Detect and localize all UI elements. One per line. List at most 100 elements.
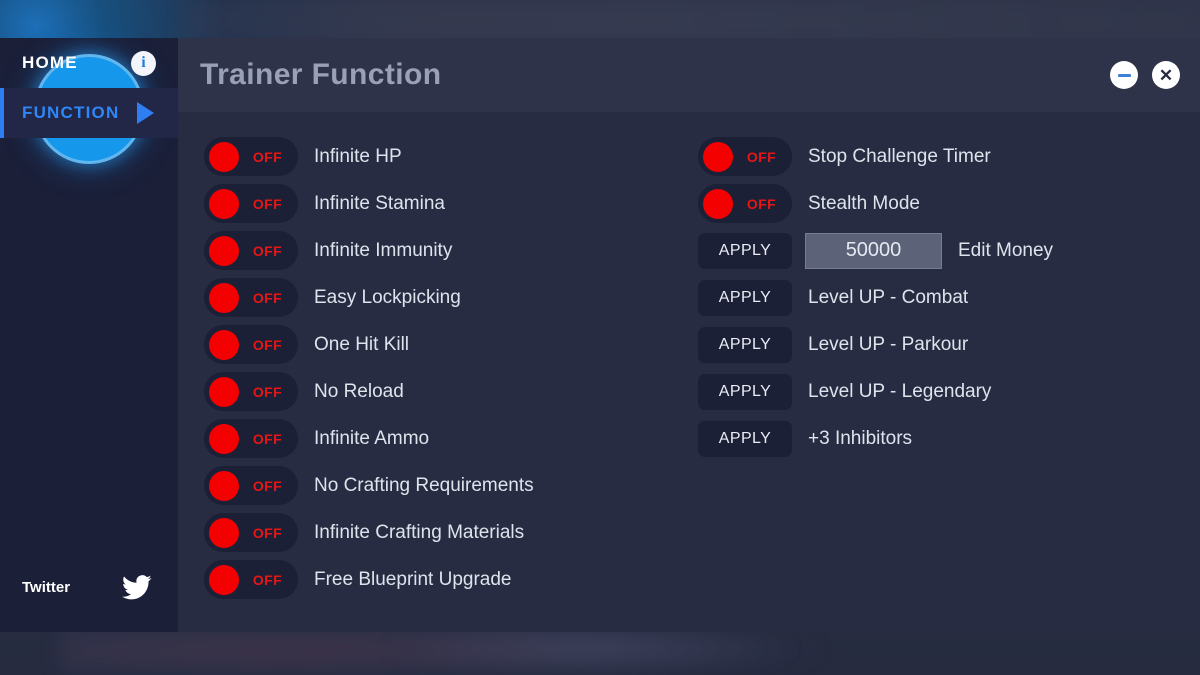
sidebar: DR ummerIX HOME i FUNCTION Twitter [0,38,178,632]
function-label: Level UP - Legendary [808,380,992,402]
page-title: Trainer Function [200,58,442,91]
function-label: Infinite HP [314,145,402,167]
toggle-stop-challenge-timer[interactable]: OFF [698,137,792,176]
toggle-state-label: OFF [252,383,283,400]
minimize-icon [1117,73,1131,77]
twitter-icon[interactable] [122,574,152,600]
function-label: Level UP - Combat [808,286,969,308]
toggle-infinite-hp[interactable]: OFF [204,137,298,176]
function-column-right: OFF Stop Challenge Timer OFF Stealth Mode AP… [698,137,1168,632]
toggle-knob-icon [703,141,733,172]
toggle-state-label: OFF [746,148,777,165]
twitter-label: Twitter [22,578,71,596]
sidebar-item-function[interactable]: FUNCTION [0,88,178,138]
function-label: Easy Lockpicking [314,286,461,308]
function-row: OFF No Reload [204,372,674,411]
toggle-infinite-crafting-materials[interactable]: OFF [204,513,298,552]
toggle-infinite-stamina[interactable]: OFF [204,184,298,223]
toggle-knob-icon [209,517,239,548]
toggle-state-label: OFF [252,477,283,494]
toggle-state-label: OFF [252,524,283,541]
function-label: Edit Money [958,239,1054,261]
toggle-stealth-mode[interactable]: OFF [698,184,792,223]
toggle-knob-icon [209,282,239,313]
function-row: APPLY Level UP - Legendary [698,372,1168,411]
function-row: APPLY +3 Inhibitors [698,419,1168,458]
toggle-state-label: OFF [252,242,283,259]
toggle-state-label: OFF [252,148,283,165]
function-row: OFF Infinite HP [204,137,674,176]
function-label: Infinite Stamina [314,192,445,214]
function-label: Infinite Crafting Materials [314,521,525,543]
toggle-knob-icon [209,329,239,360]
toggle-no-crafting-requirements[interactable]: OFF [204,466,298,505]
toggle-state-label: OFF [252,571,283,588]
function-row: OFF Stealth Mode [698,184,1168,223]
function-row: OFF Infinite Ammo [204,419,674,458]
function-label: Stop Challenge Timer [808,145,991,167]
function-row: APPLY Level UP - Parkour [698,325,1168,364]
toggle-knob-icon [209,470,239,501]
toggle-state-label: OFF [252,336,283,353]
toggle-free-blueprint-upgrade[interactable]: OFF [204,560,298,599]
apply-button-level-up-legendary[interactable]: APPLY [698,373,792,410]
toggle-one-hit-kill[interactable]: OFF [204,325,298,364]
toggle-knob-icon [209,376,239,407]
title-bar: Trainer Function ✕ [178,38,1200,113]
sidebar-item-home-label: HOME [22,53,78,72]
backdrop-blur-streak [180,0,1200,40]
minimize-button[interactable] [1110,61,1138,89]
function-row: OFF One Hit Kill [204,325,674,364]
function-label: Free Blueprint Upgrade [314,568,512,590]
apply-button-edit-money[interactable]: APPLY [698,232,792,269]
function-row: OFF Infinite Stamina [204,184,674,223]
function-label: Level UP - Parkour [808,333,969,355]
function-list: OFF Infinite HP OFF Infinite Stamina OFF Infi… [178,114,1200,632]
toggle-knob-icon [209,423,239,454]
toggle-state-label: OFF [252,430,283,447]
toggle-state-label: OFF [746,195,777,212]
main-pane: Trainer Function ✕ OFF Infinite HP OFF Infi… [178,38,1200,632]
sidebar-item-home[interactable]: HOME i [0,38,178,88]
function-label: One Hit Kill [314,333,410,355]
function-row: OFF No Crafting Requirements [204,466,674,505]
toggle-state-label: OFF [252,289,283,306]
window-controls: ✕ [1110,61,1180,89]
toggle-infinite-ammo[interactable]: OFF [204,419,298,458]
function-row: APPLY Level UP - Combat [698,278,1168,317]
desktop-backdrop: DR ummerIX HOME i FUNCTION Twitter [0,0,1200,675]
sidebar-item-function-label: FUNCTION [22,103,120,122]
function-label: +3 Inhibitors [808,427,913,449]
function-label: Infinite Ammo [314,427,430,449]
function-label: Stealth Mode [808,192,920,214]
function-label: No Reload [314,380,404,402]
play-icon [137,102,154,124]
close-icon: ✕ [1158,65,1174,85]
toggle-infinite-immunity[interactable]: OFF [204,231,298,270]
trainer-window: DR ummerIX HOME i FUNCTION Twitter [0,38,1200,632]
toggle-easy-lockpicking[interactable]: OFF [204,278,298,317]
toggle-knob-icon [703,188,733,219]
apply-button-level-up-combat[interactable]: APPLY [698,279,792,316]
function-row: OFF Stop Challenge Timer [698,137,1168,176]
function-label: No Crafting Requirements [314,474,534,496]
apply-button-3-inhibitors[interactable]: APPLY [698,420,792,457]
function-row: OFF Infinite Immunity [204,231,674,270]
function-row: OFF Infinite Crafting Materials [204,513,674,552]
toggle-no-reload[interactable]: OFF [204,372,298,411]
apply-button-level-up-parkour[interactable]: APPLY [698,326,792,363]
function-row: OFF Free Blueprint Upgrade [204,560,674,599]
toggle-state-label: OFF [252,195,283,212]
toggle-knob-icon [209,188,239,219]
toggle-knob-icon [209,235,239,266]
function-label: Infinite Immunity [314,239,453,261]
close-button[interactable]: ✕ [1152,61,1180,89]
toggle-knob-icon [209,564,239,595]
input-edit-money[interactable]: 50000 [805,232,942,269]
function-column-left: OFF Infinite HP OFF Infinite Stamina OFF Infi… [204,137,674,632]
info-icon[interactable]: i [131,50,156,76]
twitter-link[interactable]: Twitter [0,570,178,604]
toggle-knob-icon [209,141,239,172]
function-row: OFF Easy Lockpicking [204,278,674,317]
function-row: APPLY 50000 Edit Money [698,231,1168,270]
